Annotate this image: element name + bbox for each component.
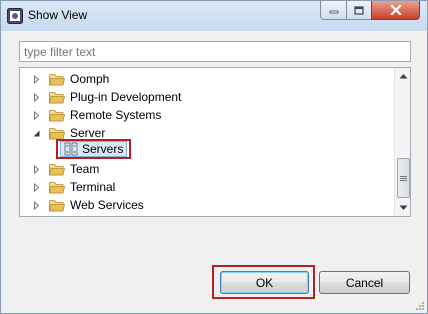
folder-icon	[49, 199, 65, 211]
folder-icon	[49, 163, 65, 175]
collapsed-arrow-icon[interactable]	[30, 106, 42, 124]
title-bar[interactable]: Show View	[1, 1, 427, 31]
resize-grip-icon[interactable]	[414, 300, 424, 310]
eclipse-window-icon	[7, 8, 23, 24]
window-title: Show View	[28, 8, 88, 22]
grip-lines-icon	[400, 175, 407, 181]
show-view-dialog: Show View Oomph Plug-in Development Remote…	[0, 0, 428, 314]
view-tree[interactable]: Oomph Plug-in Development Remote Systems Se…	[19, 67, 411, 217]
collapsed-arrow-icon[interactable]	[30, 88, 42, 106]
tree-item-plug-in-development[interactable]: Plug-in Development	[30, 88, 181, 106]
tree-item-team[interactable]: Team	[30, 160, 99, 178]
scroll-up-button[interactable]	[395, 68, 410, 84]
servers-highlight-frame: Servers	[56, 139, 132, 159]
folder-icon	[49, 91, 65, 103]
chevron-up-icon	[399, 74, 407, 79]
minimize-icon	[329, 10, 338, 14]
collapsed-arrow-icon[interactable]	[30, 196, 42, 214]
tree-item-label: Remote Systems	[70, 108, 162, 122]
close-icon	[389, 5, 402, 15]
folder-open-icon	[49, 127, 65, 139]
cancel-button[interactable]: Cancel	[319, 271, 410, 294]
ok-button[interactable]: OK	[220, 271, 309, 294]
scroll-down-button[interactable]	[395, 200, 410, 216]
tree-item-oomph[interactable]: Oomph	[30, 70, 109, 88]
maximize-button[interactable]	[346, 1, 372, 20]
close-button[interactable]	[371, 1, 420, 20]
tree-item-terminal[interactable]: Terminal	[30, 178, 115, 196]
tree-item-label: Team	[70, 162, 100, 176]
tree-item-servers[interactable]: Servers	[60, 141, 128, 157]
servers-view-icon	[64, 142, 78, 156]
chevron-down-icon	[399, 205, 407, 210]
collapsed-arrow-icon[interactable]	[30, 70, 42, 88]
folder-icon	[49, 109, 65, 121]
tree-item-label: Oomph	[70, 72, 110, 86]
scroll-thumb[interactable]	[397, 158, 410, 198]
tree-vertical-scrollbar[interactable]	[394, 68, 410, 216]
tree-item-servers-label: Servers	[82, 142, 124, 156]
expanded-arrow-icon[interactable]	[30, 124, 42, 142]
minimize-button[interactable]	[320, 1, 347, 20]
tree-item-label: Terminal	[70, 180, 116, 194]
collapsed-arrow-icon[interactable]	[30, 178, 42, 196]
filter-input[interactable]	[19, 41, 411, 62]
folder-icon	[49, 181, 65, 193]
tree-item-label: Plug-in Development	[70, 90, 182, 104]
collapsed-arrow-icon[interactable]	[30, 160, 42, 178]
folder-icon	[49, 73, 65, 85]
tree-item-remote-systems[interactable]: Remote Systems	[30, 106, 161, 124]
tree-item-xml[interactable]: XML	[30, 214, 95, 216]
collapsed-arrow-icon[interactable]	[30, 214, 42, 216]
tree-item-label: Server	[70, 126, 106, 140]
tree-item-label: Web Services	[70, 198, 144, 212]
maximize-icon	[354, 5, 364, 15]
tree-item-web-services[interactable]: Web Services	[30, 196, 144, 214]
